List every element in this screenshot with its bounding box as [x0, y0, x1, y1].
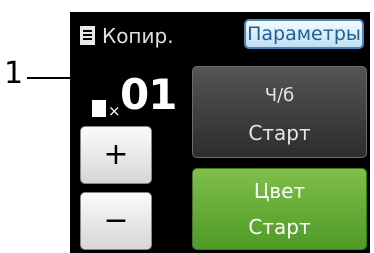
color-start-button[interactable]: Цвет Старт — [192, 168, 367, 250]
touchscreen: Копир. Параметры × 01 + − Ч/б Старт Цвет… — [70, 12, 370, 253]
copies-count: 01 — [120, 70, 177, 119]
options-tab[interactable]: Параметры — [244, 19, 364, 49]
color-label: Цвет — [253, 179, 306, 203]
color-start-label: Старт — [248, 215, 311, 239]
copies-count-icon — [92, 100, 106, 117]
bw-label: Ч/б — [264, 85, 295, 106]
bw-start-label: Старт — [248, 121, 311, 145]
increase-copies-button[interactable]: + — [80, 126, 152, 184]
mode-label: Копир. — [102, 24, 174, 48]
copies-multiplier: × — [108, 102, 121, 120]
black-white-start-button[interactable]: Ч/б Старт — [192, 66, 367, 158]
plus-label: + — [103, 137, 129, 172]
decrease-copies-button[interactable]: − — [80, 192, 152, 250]
callout-number: 1 — [4, 56, 24, 91]
copy-document-icon — [80, 26, 95, 45]
minus-label: − — [103, 203, 129, 238]
